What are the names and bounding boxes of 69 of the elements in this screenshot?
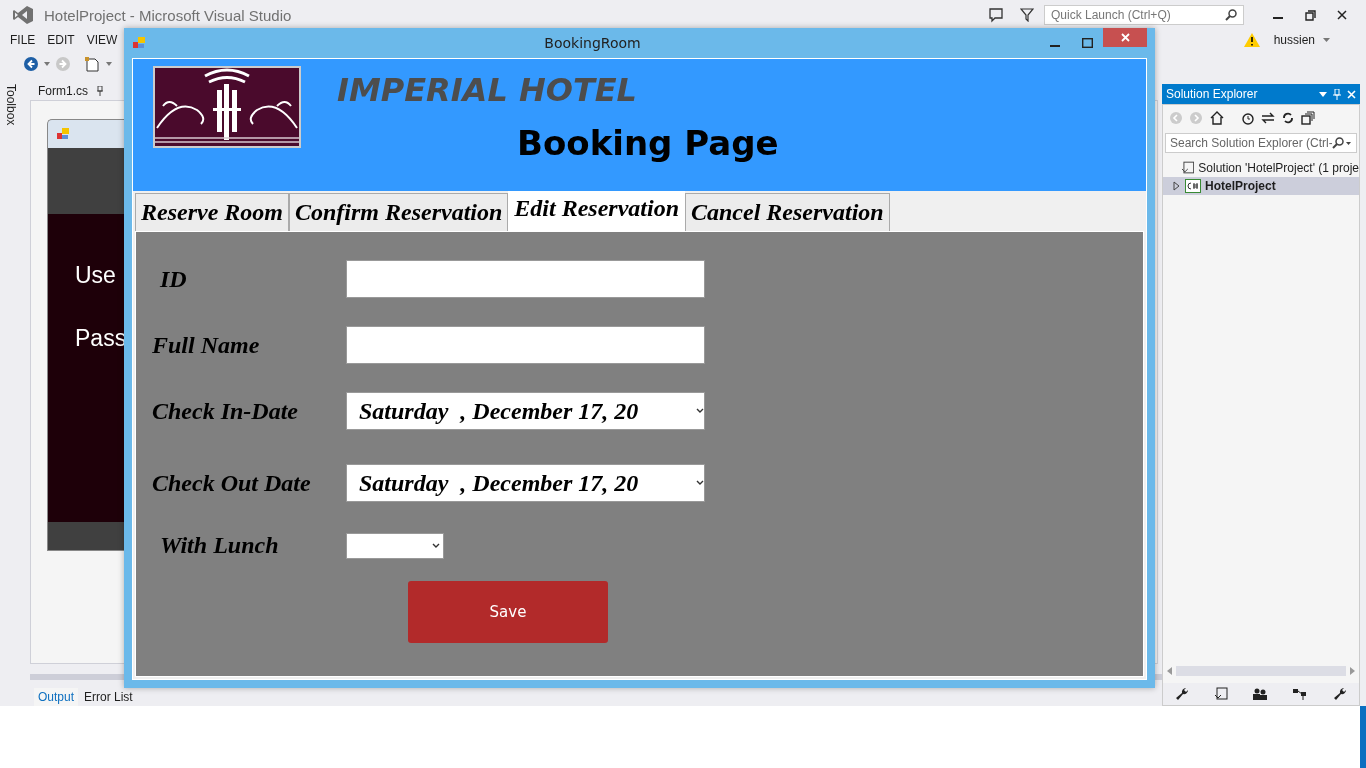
collapse-all-icon[interactable] <box>1301 111 1315 125</box>
scroll-right-icon[interactable] <box>1350 667 1355 675</box>
tree-item[interactable]: HotelProject <box>1163 177 1359 195</box>
tab[interactable]: Edit Reservation <box>508 191 685 231</box>
caret-icon <box>1323 38 1330 42</box>
search-icon[interactable] <box>1225 9 1237 21</box>
maximize-icon[interactable] <box>1081 38 1093 48</box>
new-item-icon[interactable] <box>84 56 100 72</box>
feedback-icon[interactable] <box>988 7 1004 23</box>
field-label: ID <box>159 265 188 293</box>
history-icon[interactable] <box>1239 111 1255 125</box>
field-label: With Lunch <box>159 532 280 559</box>
field-label: Check Out Date <box>151 469 312 497</box>
field-label: Check In-Date <box>151 397 299 425</box>
quick-launch-field[interactable]: Quick Launch (Ctrl+Q) <box>1044 5 1244 25</box>
date-picker[interactable]: Saturday , December 17, 20 <box>346 392 705 430</box>
combo-box[interactable] <box>346 532 444 559</box>
toolbox-tab[interactable]: Toolbox <box>4 84 18 130</box>
caret-icon[interactable] <box>44 62 50 66</box>
solution-icon[interactable] <box>1213 687 1228 701</box>
close-button[interactable] <box>1103 28 1147 47</box>
sync-icon[interactable] <box>1261 112 1275 124</box>
menu-item[interactable]: EDIT <box>47 33 75 47</box>
refresh-icon[interactable] <box>1281 111 1295 125</box>
document-tab[interactable]: Form1.cs <box>34 82 108 100</box>
expand-arrow-icon[interactable] <box>1171 181 1181 191</box>
page-title: Booking Page <box>517 123 779 163</box>
date-picker[interactable]: Saturday , December 17, 20 <box>346 464 705 502</box>
warning-icon[interactable] <box>1243 33 1260 47</box>
form-icon <box>132 36 146 50</box>
tab[interactable]: Cancel Reservation <box>685 193 890 231</box>
tab[interactable]: Confirm Reservation <box>289 193 509 231</box>
scroll-left-icon[interactable] <box>1167 667 1172 675</box>
scrollbar[interactable] <box>1176 666 1346 676</box>
field-label: Full Name <box>151 331 261 359</box>
window-title: HotelProject - Microsoft Visual Studio <box>44 6 292 24</box>
form-label: Use <box>75 262 117 289</box>
csharp-project-icon <box>1185 179 1201 193</box>
wrench-icon[interactable] <box>1175 687 1190 701</box>
visual-studio-logo-icon <box>12 5 34 25</box>
form-label: Pass <box>75 325 125 352</box>
menu-item[interactable]: VIEW <box>86 33 118 47</box>
restore-icon[interactable] <box>1304 9 1316 21</box>
form-icon <box>56 127 70 141</box>
caret-icon[interactable] <box>106 62 112 66</box>
text-field[interactable] <box>346 260 705 298</box>
solution-icon <box>1180 161 1195 175</box>
tree-item[interactable]: Solution 'HotelProject' (1 proje <box>1163 159 1359 177</box>
tab[interactable]: Reserve Room <box>135 193 289 231</box>
text-field[interactable] <box>346 326 705 364</box>
panel-title: Solution Explorer <box>1166 87 1258 101</box>
class-view-icon[interactable] <box>1292 687 1309 701</box>
window-title: BookingRoom <box>543 35 642 51</box>
home-icon[interactable] <box>1209 111 1225 125</box>
filter-icon[interactable] <box>1020 8 1034 22</box>
search-field[interactable]: Search Solution Explorer (Ctrl- <box>1165 133 1357 153</box>
pin-icon[interactable] <box>96 86 104 96</box>
close-icon[interactable] <box>1337 10 1347 20</box>
hotel-name: IMPERIAL HOTEL <box>337 71 638 109</box>
back-icon[interactable] <box>24 57 38 71</box>
wrench-icon[interactable] <box>1332 687 1347 701</box>
panel-tab[interactable]: Error List <box>80 688 137 706</box>
user-menu[interactable]: hussien <box>1273 33 1330 47</box>
dropdown-icon[interactable] <box>1319 91 1327 97</box>
team-icon[interactable] <box>1251 687 1268 701</box>
search-icon[interactable] <box>1332 137 1352 149</box>
panel-tab[interactable]: Output <box>34 688 79 706</box>
menu-item[interactable]: FILE <box>10 33 36 47</box>
save-button[interactable]: Save <box>408 581 608 643</box>
